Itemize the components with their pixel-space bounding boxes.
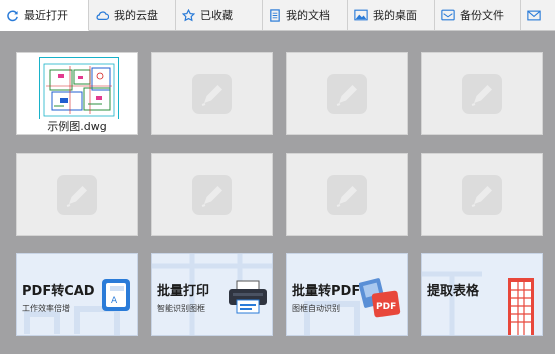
pencil-placeholder-icon: [192, 175, 232, 215]
tool-title: 提取表格: [427, 284, 480, 299]
refresh-icon: [7, 10, 18, 21]
tool-title: 批量转PDF: [292, 284, 361, 299]
tab-documents[interactable]: 我的文档: [263, 0, 348, 30]
tab-mail[interactable]: [521, 0, 555, 30]
tab-label: 我的文档: [286, 9, 330, 22]
empty-file-slot: [151, 153, 273, 236]
pencil-placeholder-icon: [57, 175, 97, 215]
desktop-image-icon: [354, 9, 368, 21]
tab-label: 已收藏: [200, 9, 233, 22]
drawing-thumbnail: [39, 57, 119, 123]
pdf-badge-icon: PDF: [359, 278, 401, 318]
svg-text:PDF: PDF: [376, 302, 396, 312]
tab-cloud[interactable]: 我的云盘: [89, 0, 176, 30]
recent-file-card[interactable]: 示例图.dwg: [16, 52, 138, 135]
pencil-placeholder-icon: [327, 74, 367, 114]
file-name: 示例图.dwg: [17, 119, 137, 134]
empty-file-slot: [421, 153, 543, 236]
pencil-placeholder-icon: [327, 175, 367, 215]
tab-bar: 最近打开 我的云盘 已收藏 我的文档 我的桌面 备份文件: [0, 0, 555, 31]
printer-icon: [229, 280, 267, 314]
pencil-placeholder-icon: [192, 74, 232, 114]
empty-file-slot: [286, 52, 408, 135]
tab-favorites[interactable]: 已收藏: [176, 0, 263, 30]
tab-backup[interactable]: 备份文件: [435, 0, 521, 30]
empty-file-slot: [421, 52, 543, 135]
recent-files-grid: 示例图.dwg PDF转CAD 工作效率倍增 A 批量打印 智能识别图框 批量转…: [0, 31, 555, 354]
table-extract-icon: [508, 278, 534, 335]
pdf-to-cad-icon: A: [102, 279, 130, 311]
tool-batch-print[interactable]: 批量打印 智能识别图框: [151, 253, 273, 336]
cloud-icon: [96, 11, 109, 20]
tool-subtitle: 工作效率倍增: [22, 304, 70, 313]
tool-title: 批量打印: [157, 284, 210, 299]
tab-label: 最近打开: [24, 9, 68, 22]
tab-label: 备份文件: [460, 9, 504, 22]
tool-extract-table[interactable]: 提取表格: [421, 253, 543, 336]
empty-file-slot: [286, 153, 408, 236]
pencil-placeholder-icon: [462, 175, 502, 215]
document-icon: [270, 8, 280, 22]
tool-batch-to-pdf[interactable]: 批量转PDF 图框自动识别 PDF: [286, 253, 408, 336]
tab-desktop[interactable]: 我的桌面: [348, 0, 435, 30]
tab-recent[interactable]: 最近打开: [0, 0, 89, 31]
pencil-placeholder-icon: [462, 74, 502, 114]
mail-icon: [527, 10, 541, 20]
tool-subtitle: 图框自动识别: [292, 304, 340, 313]
star-icon: [182, 8, 195, 21]
backup-folder-icon: [441, 9, 455, 21]
empty-file-slot: [151, 52, 273, 135]
svg-text:A: A: [111, 296, 118, 306]
tool-pdf-to-cad[interactable]: PDF转CAD 工作效率倍增 A: [16, 253, 138, 336]
tool-title: PDF转CAD: [22, 284, 95, 299]
tab-label: 我的云盘: [114, 9, 158, 22]
tab-label: 我的桌面: [373, 9, 417, 22]
empty-file-slot: [16, 153, 138, 236]
tool-subtitle: 智能识别图框: [157, 304, 205, 313]
